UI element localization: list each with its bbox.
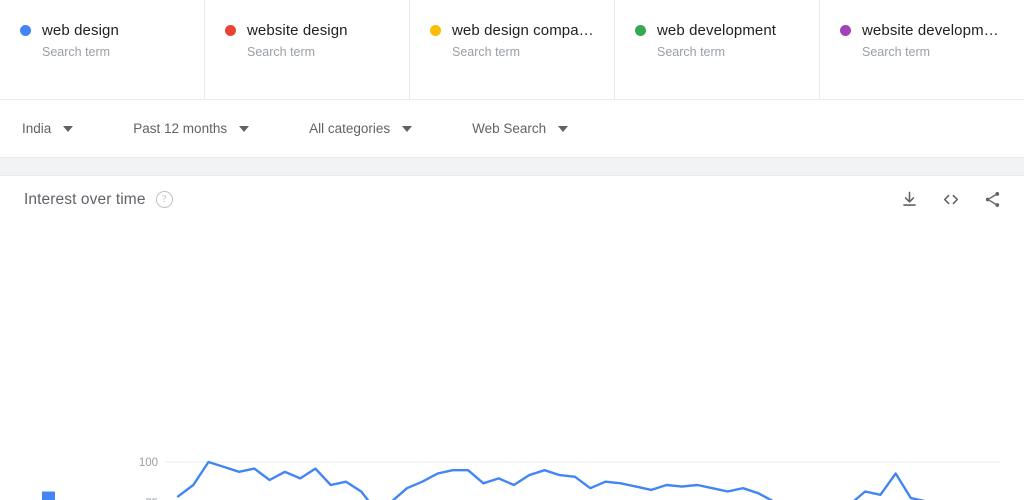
filter-label: Web Search	[472, 121, 547, 136]
chart-plot-area: 255075100Aug 12, 2018Dec 16, 2018Apr 21,…	[0, 226, 1024, 500]
series-line-web-design[interactable]	[176, 460, 972, 500]
legend-term-label: web design	[42, 22, 119, 39]
legend-term-label: website developm…	[862, 22, 999, 39]
legend-term-type: Search term	[247, 45, 316, 59]
filter-label: Past 12 months	[133, 121, 228, 136]
legend-term-type: Search term	[657, 45, 726, 59]
legend-term-type: Search term	[862, 45, 931, 59]
filter-bar: India Past 12 months All categories Web Sea…	[0, 100, 1024, 158]
chevron-down-icon	[558, 125, 569, 132]
embed-icon[interactable]	[941, 190, 961, 209]
y-axis-tick-label: 100	[139, 457, 158, 469]
series-color-dot	[430, 25, 441, 36]
legend-head: web design compa…	[430, 22, 614, 39]
legend-term-type: Search term	[42, 45, 111, 59]
filter-label: India	[22, 121, 52, 136]
legend-head: web design	[20, 22, 204, 39]
chevron-down-icon	[402, 125, 413, 132]
legend-card-web-development[interactable]: web development Search term	[615, 0, 820, 99]
download-icon[interactable]	[900, 190, 919, 209]
legend-term-label: web design compa…	[452, 22, 594, 39]
legend-term-label: website design	[247, 22, 348, 39]
trends-line-chart[interactable]: 255075100Aug 12, 2018Dec 16, 2018Apr 21,…	[0, 226, 1024, 500]
filter-search-type[interactable]: Web Search	[472, 121, 569, 136]
series-color-dot	[20, 25, 31, 36]
chart-header: Interest over time ?	[0, 176, 1024, 209]
share-icon[interactable]	[983, 190, 1002, 209]
series-color-dot	[840, 25, 851, 36]
google-trends-page: web design Search term website design Searc…	[0, 0, 1024, 500]
legend-card-web-design-company[interactable]: web design compa… Search term	[410, 0, 615, 99]
legend-card-web-design[interactable]: web design Search term	[0, 0, 205, 99]
legend-term-type: Search term	[452, 45, 521, 59]
legend-head: website design	[225, 22, 409, 39]
section-divider	[0, 158, 1024, 175]
interest-over-time-card: Interest over time ? 25	[0, 175, 1024, 500]
legend-card-website-design[interactable]: website design Search term	[205, 0, 410, 99]
series-color-dot	[225, 25, 236, 36]
average-bar-web-design[interactable]	[42, 491, 55, 500]
legend-term-label: web development	[657, 22, 777, 39]
chart-title-group: Interest over time ?	[24, 191, 173, 209]
series-color-dot	[635, 25, 646, 36]
chart-toolbar	[900, 190, 1002, 209]
search-terms-legend: web design Search term website design Searc…	[0, 0, 1024, 100]
legend-head: web development	[635, 22, 819, 39]
help-icon[interactable]: ?	[155, 191, 173, 208]
filter-time-range[interactable]: Past 12 months	[133, 121, 250, 136]
filter-region[interactable]: India	[22, 121, 74, 136]
chevron-down-icon	[239, 125, 250, 132]
page-title: Interest over time	[24, 190, 146, 208]
filter-label: All categories	[309, 121, 391, 136]
legend-card-website-development[interactable]: website developm… Search term	[820, 0, 1024, 99]
legend-head: website developm…	[840, 22, 1024, 39]
filter-category[interactable]: All categories	[309, 121, 413, 136]
chevron-down-icon	[63, 125, 74, 132]
